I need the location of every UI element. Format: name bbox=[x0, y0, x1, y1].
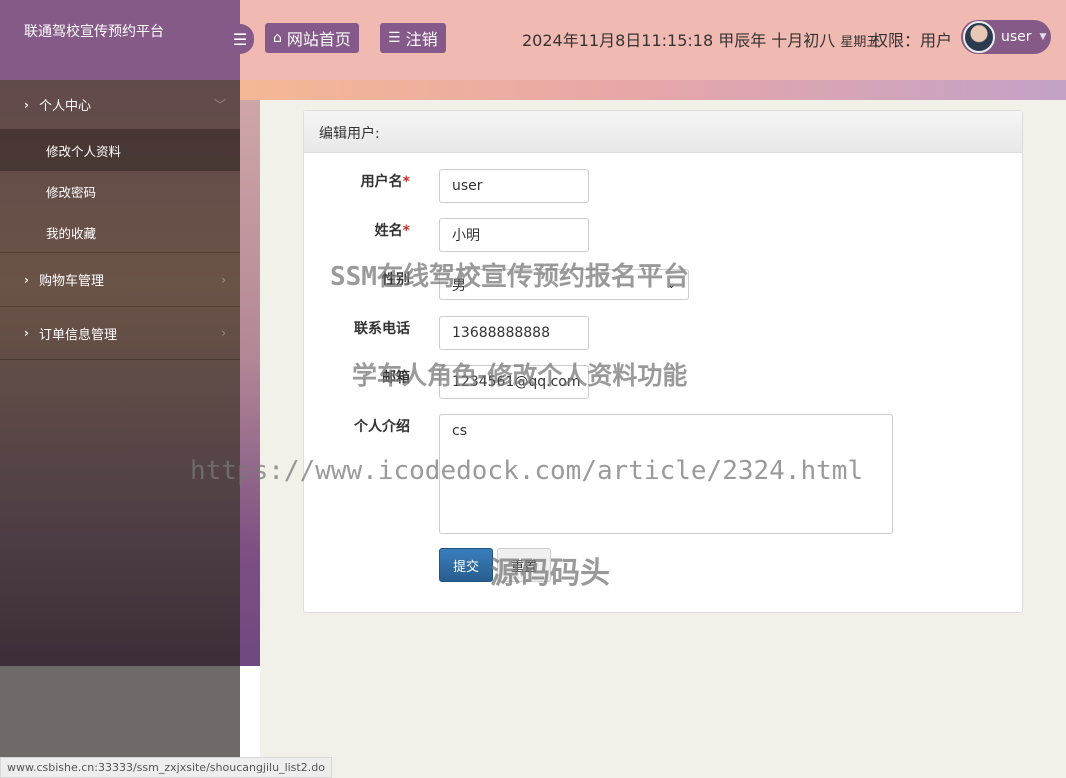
sidebar-group-orders[interactable]: › 订单信息管理 › bbox=[0, 307, 240, 360]
datetime-display: 2024年11月8日11:15:18 甲辰年 十月初八 星期五 bbox=[522, 27, 879, 51]
submit-button[interactable]: 提交 bbox=[439, 548, 493, 582]
hamburger-icon[interactable]: ☰ bbox=[226, 24, 254, 54]
header-gradient-strip bbox=[240, 80, 1066, 100]
list-icon: ☰ bbox=[388, 30, 401, 46]
sidebar-group-personal-center[interactable]: › 个人中心 ﹀ bbox=[0, 80, 240, 130]
chevron-right-icon: › bbox=[24, 272, 29, 287]
sidebar-edge bbox=[240, 100, 260, 666]
sidebar-item-favorites[interactable]: 我的收藏 bbox=[0, 212, 240, 253]
chevron-down-icon: ﹀ bbox=[213, 98, 226, 112]
chevron-right-icon: › bbox=[24, 326, 29, 340]
sidebar-item-edit-profile[interactable]: 修改个人资料 bbox=[0, 130, 240, 171]
home-button-label: 网站首页 bbox=[286, 30, 351, 49]
panel-title: 编辑用户: bbox=[304, 111, 1022, 153]
chevron-right-icon: › bbox=[221, 326, 226, 340]
username-label: 用户名* bbox=[360, 174, 410, 190]
sidebar-group-cart[interactable]: › 购物车管理 › bbox=[0, 253, 240, 307]
chevron-right-icon: › bbox=[24, 97, 29, 112]
logout-button[interactable]: ☰ 注销 bbox=[380, 23, 446, 53]
brand-title: 联通驾校宣传预约平台 bbox=[0, 0, 240, 80]
intro-label: 个人介绍 bbox=[354, 419, 410, 435]
permission-label: 权限：用户 bbox=[872, 31, 953, 50]
browser-status-url: www.csbishe.cn:33333/ssm_zxjxsite/shouca… bbox=[0, 757, 332, 778]
sidebar: › 个人中心 ﹀ 修改个人资料 修改密码 我的收藏 › 购物车管理 › › 订单… bbox=[0, 80, 240, 666]
name-label: 姓名* bbox=[374, 223, 410, 239]
watermark-title: SSM在线驾校宣传预约报名平台 bbox=[330, 262, 689, 292]
sidebar-group-label: 订单信息管理 bbox=[38, 327, 117, 343]
phone-label: 联系电话 bbox=[354, 321, 410, 337]
avatar bbox=[963, 21, 995, 53]
watermark-subtitle: 学车人角色-修改个人资料功能 bbox=[352, 361, 688, 390]
username: user bbox=[1001, 29, 1032, 45]
phone-field[interactable]: 13688888888 bbox=[439, 316, 589, 350]
sidebar-group-label: 购物车管理 bbox=[38, 274, 104, 289]
logout-button-label: 注销 bbox=[405, 30, 438, 49]
caret-down-icon: ▼ bbox=[1039, 32, 1047, 42]
home-icon: ⌂ bbox=[273, 30, 282, 46]
chevron-right-icon: › bbox=[221, 272, 226, 287]
datetime-text: 2024年11月8日11:15:18 甲辰年 十月初八 bbox=[522, 31, 836, 50]
sidebar-group-label: 个人中心 bbox=[38, 99, 91, 114]
username-field[interactable]: user bbox=[439, 169, 589, 203]
home-button[interactable]: ⌂ 网站首页 bbox=[265, 23, 359, 53]
sidebar-item-change-password[interactable]: 修改密码 bbox=[0, 171, 240, 212]
watermark-url: https://www.icodedock.com/article/2324.h… bbox=[190, 456, 864, 486]
user-menu[interactable]: user ▼ bbox=[961, 20, 1051, 54]
name-field[interactable]: 小明 bbox=[439, 218, 589, 252]
watermark-brand: 源码码头 bbox=[490, 556, 610, 591]
